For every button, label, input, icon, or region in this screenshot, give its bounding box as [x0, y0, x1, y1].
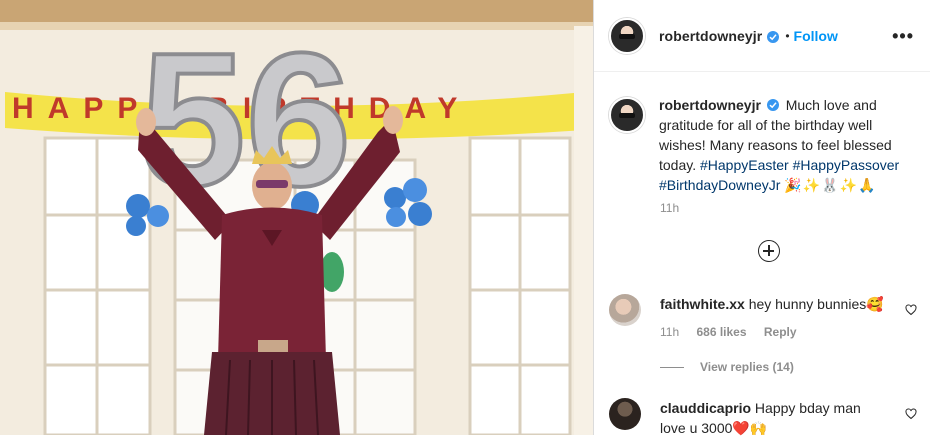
caption-emojis: 🎉✨🐰✨🙏	[784, 177, 877, 193]
post-caption: robertdowneyjr Much love and gratitude f…	[609, 95, 915, 195]
verified-badge-icon	[766, 99, 779, 111]
heart-icon[interactable]	[905, 304, 917, 316]
follow-button[interactable]: Follow	[794, 28, 838, 44]
caption-timestamp[interactable]: 11h	[660, 201, 679, 215]
author-avatar[interactable]	[609, 17, 645, 54]
post-header: robertdowneyjr • Follow •••	[594, 0, 930, 72]
heart-icon[interactable]	[905, 408, 917, 420]
instagram-post-view: HAPPY BIRTHDAY 56 robertdowneyjr • Follo…	[0, 0, 930, 438]
window-left	[43, 136, 152, 435]
commenter-username[interactable]: clauddicaprio	[660, 400, 751, 416]
caption-avatar[interactable]	[609, 97, 645, 133]
comment-time[interactable]: 11h	[660, 325, 679, 339]
comment-item: faithwhite.xx hey hunny bunnies🥰 11h 686…	[609, 294, 892, 342]
comment-likes[interactable]: 686 likes	[696, 325, 746, 339]
post-photo[interactable]: HAPPY BIRTHDAY 56	[0, 0, 593, 435]
author-username[interactable]: robertdowneyjr	[659, 28, 762, 44]
comment-item: clauddicaprio Happy bday man love u 3000…	[609, 398, 880, 438]
comment-body: clauddicaprio Happy bday man love u 3000…	[660, 398, 880, 438]
number-balloons: 56	[138, 12, 353, 228]
view-replies-label[interactable]: View replies (14)	[700, 360, 794, 374]
window-right	[468, 136, 572, 435]
reply-button[interactable]: Reply	[764, 325, 797, 339]
hashtag-link[interactable]: #HappyEaster	[700, 157, 789, 173]
plus-circle-icon[interactable]	[758, 240, 780, 262]
more-options-icon[interactable]: •••	[892, 27, 914, 45]
header-separator: •	[785, 28, 790, 43]
comment-meta: 11h 686 likes Reply	[660, 322, 892, 342]
hashtag-link[interactable]: #HappyPassover	[793, 157, 900, 173]
caption-text-block: robertdowneyjr Much love and gratitude f…	[659, 95, 907, 195]
caption-username[interactable]: robertdowneyjr	[659, 97, 761, 113]
commenter-avatar[interactable]	[609, 398, 641, 430]
replies-divider	[660, 366, 684, 368]
comment-body: faithwhite.xx hey hunny bunnies🥰 11h 686…	[660, 294, 892, 342]
post-side-panel: robertdowneyjr • Follow ••• robertdowney…	[593, 0, 930, 438]
comment-text: hey hunny bunnies🥰	[748, 296, 884, 312]
view-replies-button[interactable]: View replies (14)	[660, 360, 794, 374]
verified-badge-icon	[767, 30, 780, 43]
commenter-avatar[interactable]	[609, 294, 641, 326]
hashtag-link[interactable]: #BirthdayDowneyJr	[659, 177, 780, 193]
commenter-username[interactable]: faithwhite.xx	[660, 296, 745, 312]
balloon-number: 56	[140, 14, 351, 226]
photo-illustration: HAPPY BIRTHDAY 56	[0, 0, 593, 435]
